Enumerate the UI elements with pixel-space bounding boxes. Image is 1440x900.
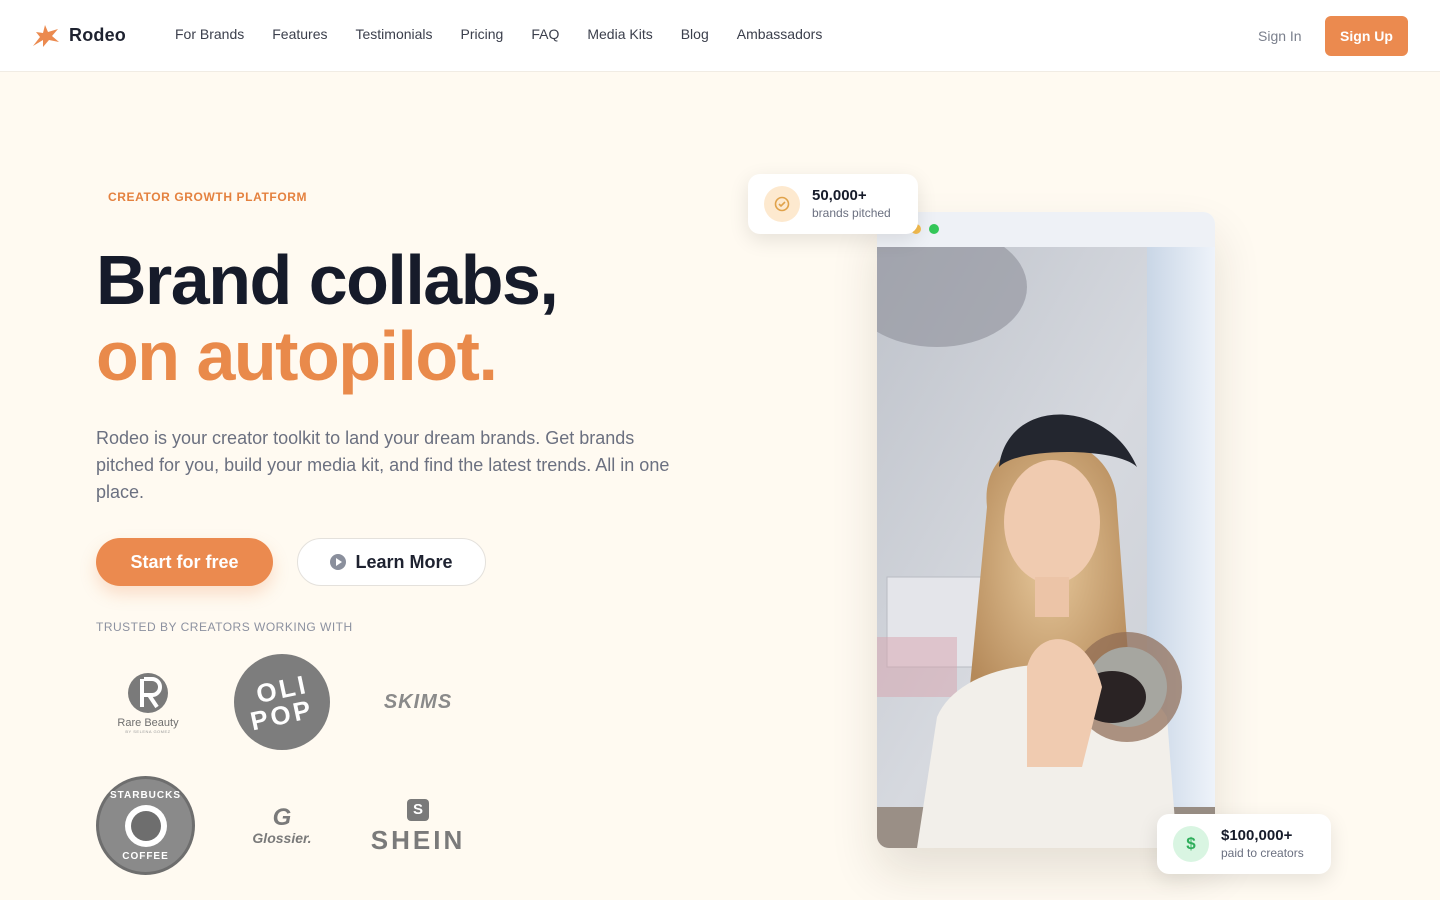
top-nav: Rodeo For Brands Features Testimonials P… bbox=[0, 0, 1440, 72]
nav-link-ambassadors[interactable]: Ambassadors bbox=[737, 26, 823, 42]
brand-name: Rodeo bbox=[69, 24, 126, 45]
nav-link-media-kits[interactable]: Media Kits bbox=[587, 26, 652, 42]
hero-subcopy: Rodeo is your creator toolkit to land yo… bbox=[96, 428, 670, 502]
check-badge-icon bbox=[764, 186, 800, 222]
paid-to-creators-label: paid to creators bbox=[1221, 846, 1304, 860]
learn-more-button[interactable]: Learn More bbox=[297, 538, 486, 586]
olipop-logo: OLI POP bbox=[234, 654, 330, 750]
hero-headline: Brand collabs, on autopilot. bbox=[96, 242, 716, 394]
rare-beauty-text: Rare Beauty bbox=[117, 716, 179, 729]
headline-line-1: Brand collabs, bbox=[96, 241, 559, 319]
rare-beauty-logo: Rare Beauty BY SELENA GOMEZ bbox=[108, 664, 188, 740]
paid-to-creators-value: $100,000+ bbox=[1221, 827, 1293, 844]
siren-icon bbox=[124, 804, 167, 847]
sign-up-button[interactable]: Sign Up bbox=[1325, 16, 1408, 56]
nav-link-blog[interactable]: Blog bbox=[681, 26, 709, 42]
video-window-bar bbox=[877, 212, 1215, 247]
starbucks-logo: STARBUCKS COFFEE bbox=[96, 776, 195, 875]
window-dot-green bbox=[929, 224, 939, 234]
skims-text: SKIMS bbox=[383, 690, 453, 713]
dollar-icon: $ bbox=[1173, 826, 1209, 862]
brands-pitched-label: brands pitched bbox=[812, 206, 891, 220]
hero-eyebrow: CREATOR GROWTH PLATFORM bbox=[108, 190, 308, 204]
brands-pitched-text: 50,000+ brands pitched bbox=[812, 187, 891, 221]
starbucks-text-top: STARBUCKS bbox=[109, 789, 182, 801]
shein-text: SHEIN bbox=[370, 824, 466, 855]
nav-link-for-brands[interactable]: For Brands bbox=[175, 26, 244, 42]
shein-logo: S SHEIN bbox=[368, 798, 468, 856]
start-for-free-button[interactable]: Start for free bbox=[96, 538, 273, 586]
nav-link-testimonials[interactable]: Testimonials bbox=[356, 26, 433, 42]
sign-in-link[interactable]: Sign In bbox=[1258, 28, 1302, 44]
play-icon bbox=[330, 554, 347, 570]
skims-logo: SKIMS bbox=[372, 686, 464, 718]
rare-beauty-mark-icon bbox=[128, 672, 168, 713]
glossier-text: Glossier. bbox=[252, 830, 312, 846]
dollar-symbol: $ bbox=[1186, 834, 1196, 853]
paid-to-creators-text: $100,000+ paid to creators bbox=[1221, 827, 1304, 861]
learn-more-label: Learn More bbox=[355, 551, 453, 572]
paid-to-creators-stat: $ $100,000+ paid to creators bbox=[1157, 814, 1331, 874]
nav-links: For Brands Features Testimonials Pricing… bbox=[175, 26, 822, 42]
starbucks-text-bottom: COFFEE bbox=[122, 850, 169, 862]
brands-pitched-stat: 50,000+ brands pitched bbox=[748, 174, 918, 234]
glossier-logo: G Glossier. bbox=[242, 800, 322, 852]
creator-video-thumbnail[interactable] bbox=[877, 247, 1215, 848]
nav-link-faq[interactable]: FAQ bbox=[531, 26, 559, 42]
brands-pitched-value: 50,000+ bbox=[812, 187, 867, 204]
glossier-mark: G bbox=[272, 804, 292, 831]
nav-link-features[interactable]: Features bbox=[272, 26, 327, 42]
rodeo-logo-icon bbox=[33, 25, 59, 47]
brand-logo[interactable]: Rodeo bbox=[31, 20, 126, 50]
headline-line-2: on autopilot. bbox=[96, 317, 498, 395]
shein-mark: S bbox=[407, 798, 429, 821]
demo-video-card[interactable] bbox=[877, 212, 1215, 848]
trusted-label: TRUSTED BY CREATORS WORKING WITH bbox=[96, 620, 353, 634]
nav-link-pricing[interactable]: Pricing bbox=[461, 26, 504, 42]
rare-beauty-subtext: BY SELENA GOMEZ bbox=[125, 728, 171, 734]
